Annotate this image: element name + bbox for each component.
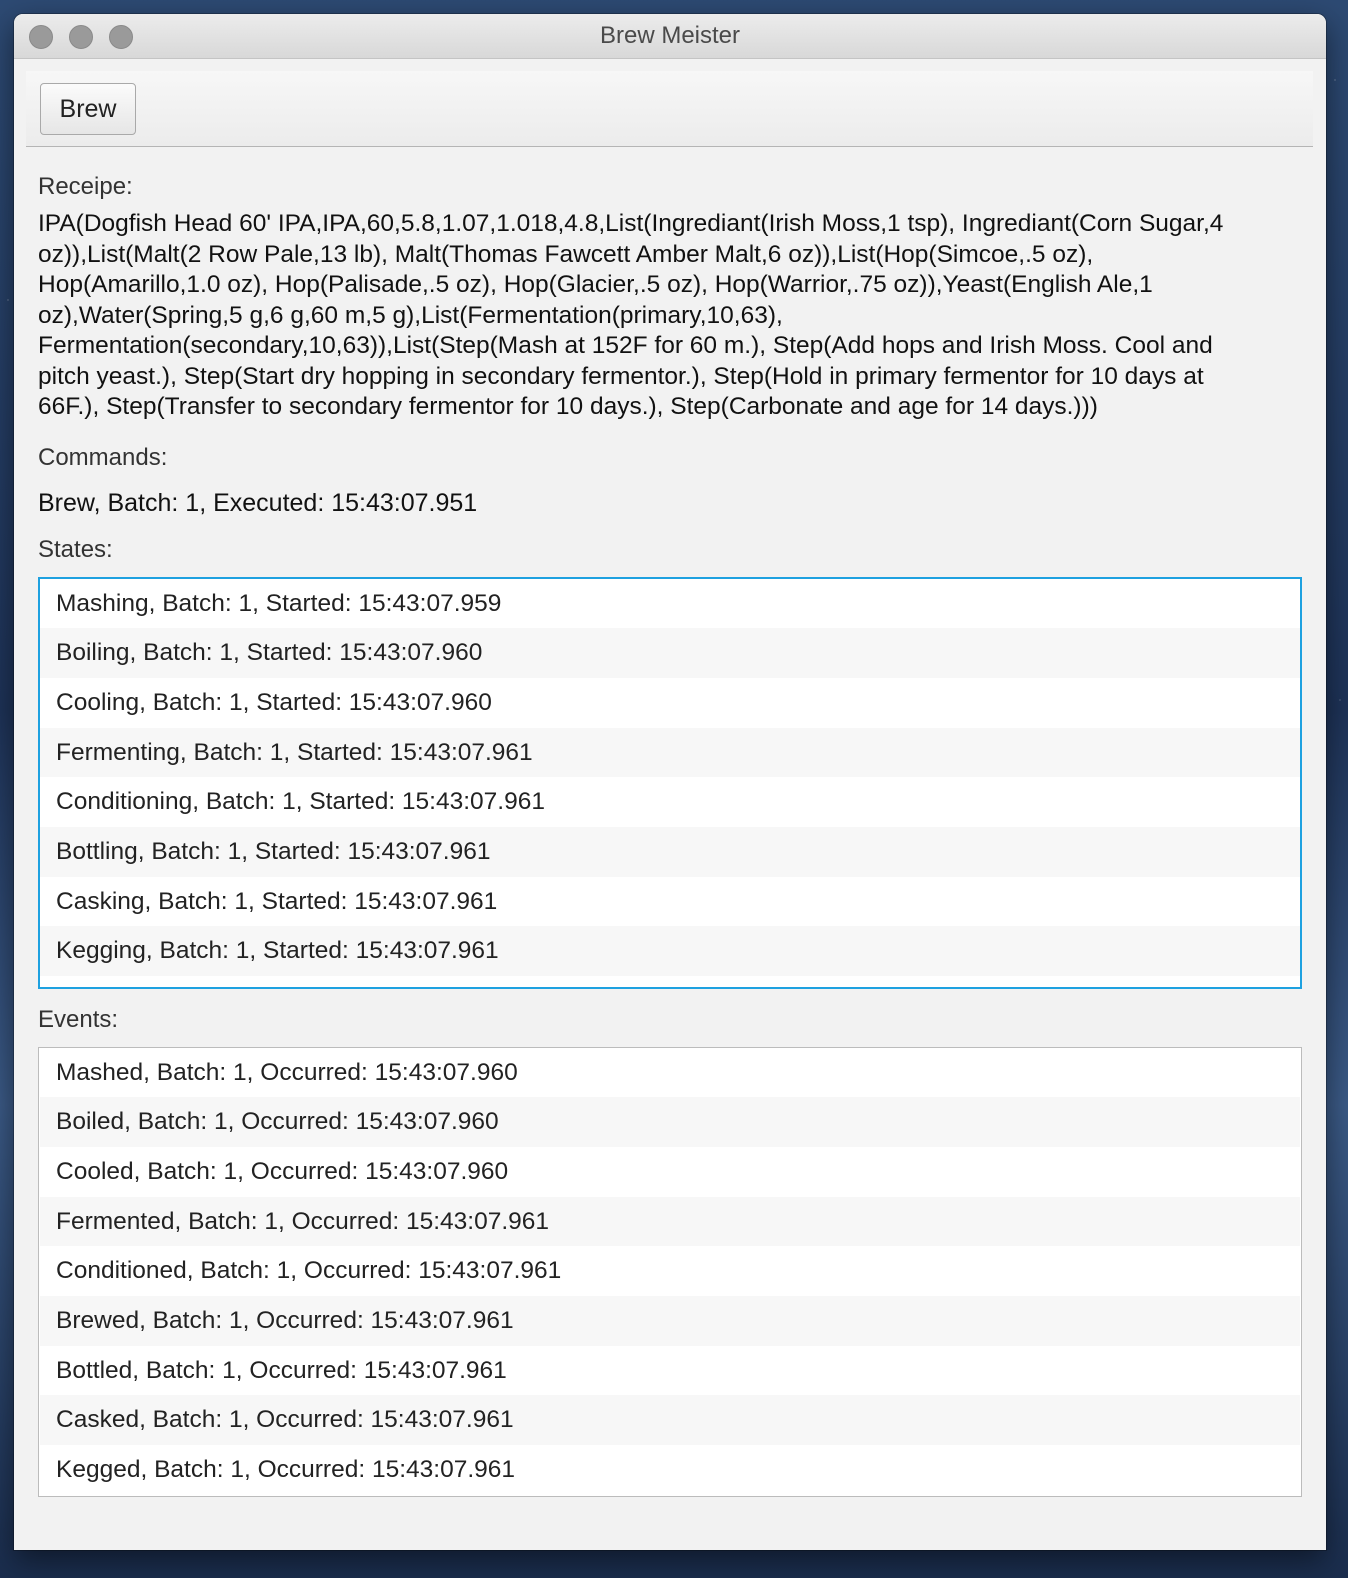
list-item[interactable]: Boiling, Batch: 1, Started: 15:43:07.960 [40,628,1300,678]
list-item[interactable]: Fermented, Batch: 1, Occurred: 15:43:07.… [40,1196,1300,1247]
list-item[interactable]: Conditioning, Batch: 1, Started: 15:43:0… [40,777,1300,827]
list-item[interactable]: Casking, Batch: 1, Started: 15:43:07.961 [40,877,1300,927]
list-item[interactable]: Boiled, Batch: 1, Occurred: 15:43:07.960 [40,1097,1300,1147]
main-content: Receipe: IPA(Dogfish Head 60' IPA,IPA,60… [38,164,1302,1497]
list-item[interactable]: Kegging, Batch: 1, Started: 15:43:07.961 [40,926,1300,976]
list-item[interactable]: Mashed, Batch: 1, Occurred: 15:43:07.960 [40,1048,1300,1098]
title-bar[interactable]: Brew Meister [14,14,1326,59]
states-list[interactable]: Mashing, Batch: 1, Started: 15:43:07.959… [38,576,1302,989]
events-label: Events: [38,1005,119,1033]
list-item[interactable]: Brewed, Batch: 1, Occurred: 15:43:07.961 [40,1295,1300,1346]
list-item[interactable]: Mashing, Batch: 1, Started: 15:43:07.959 [40,579,1300,629]
window-title: Brew Meister [599,22,741,49]
states-label: States: [38,535,113,563]
list-item[interactable]: Bottled, Batch: 1, Occurred: 15:43:07.96… [40,1346,1300,1396]
brew-button[interactable]: Brew [40,83,136,135]
list-item[interactable]: Casked, Batch: 1, Occurred: 15:43:07.961 [40,1395,1300,1445]
list-item[interactable]: Cooled, Batch: 1, Occurred: 15:43:07.960 [40,1147,1300,1197]
toolbar: Brew [26,71,1313,147]
events-list[interactable]: Mashed, Batch: 1, Occurred: 15:43:07.960… [38,1046,1302,1497]
list-item[interactable]: Fermenting, Batch: 1, Started: 15:43:07.… [40,727,1300,778]
recipe-text: IPA(Dogfish Head 60' IPA,IPA,60,5.8,1.07… [38,210,1224,420]
commands-label: Commands: [38,443,168,471]
app-window: Brew Meister Brew Receipe: IPA(Dogfish H… [14,14,1326,1550]
list-item[interactable]: Conditioned, Batch: 1, Occurred: 15:43:0… [40,1246,1300,1296]
list-item[interactable]: Cooling, Batch: 1, Started: 15:43:07.960 [40,678,1300,728]
list-item[interactable]: Kegged, Batch: 1, Occurred: 15:43:07.961 [40,1445,1300,1495]
recipe-label: Receipe: [38,173,133,200]
list-item[interactable]: Bottling, Batch: 1, Started: 15:43:07.96… [40,826,1300,877]
command-text: Brew, Batch: 1, Executed: 15:43:07.951 [38,488,478,517]
